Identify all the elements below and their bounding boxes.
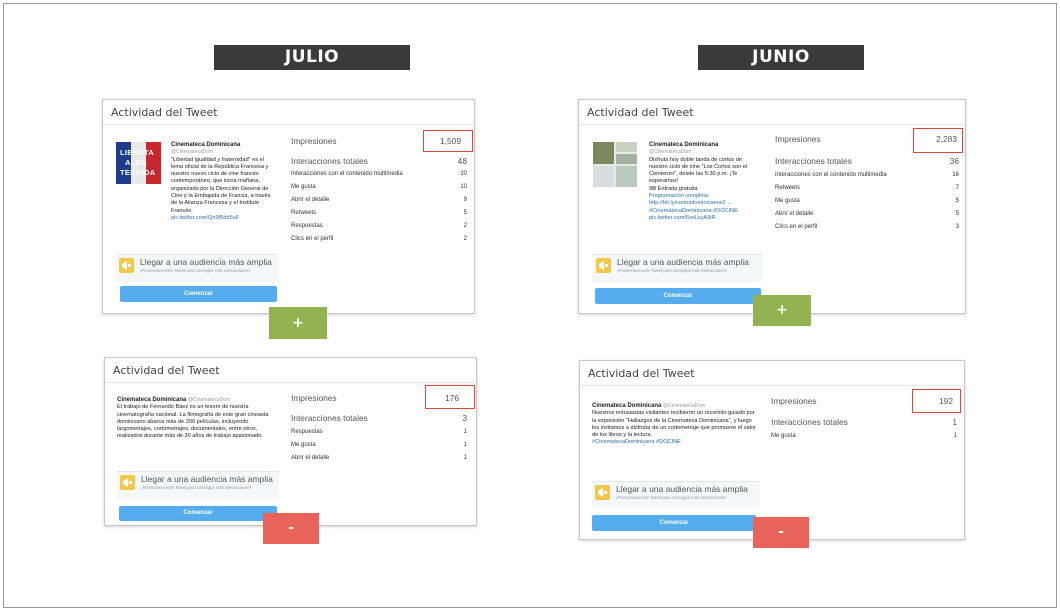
slide: JULIO JUNIO Actividad del Tweet LIBERTA … bbox=[3, 3, 1057, 608]
megaphone-icon bbox=[120, 475, 135, 490]
promote-subtitle: ¡Promociona este Tweet para conseguir má… bbox=[140, 268, 251, 273]
tweet-image-thumbnail: LIBERTA ALDA TERNIDA bbox=[116, 142, 161, 184]
tweet-author-line: Cinemateca Dominicana @CinematecaDom bbox=[592, 403, 705, 409]
expand-plus-button[interactable]: + bbox=[753, 295, 811, 326]
tweet-content: Cinemateca Dominicana @CinematecaDom El … bbox=[117, 397, 277, 441]
tweet-author-name: Cinemateca Dominicana bbox=[649, 142, 719, 148]
tweet-author-handle: @CinematecaDom bbox=[187, 397, 231, 403]
promote-title: Llegar a una audiencia más amplia bbox=[616, 484, 748, 494]
tweet-activity-card-julio-top: Actividad del Tweet LIBERTA ALDA TERNIDA… bbox=[102, 99, 475, 314]
month-label-junio: JUNIO bbox=[698, 45, 864, 70]
promote-subtitle: ¡Promociona este Tweet para conseguir má… bbox=[616, 495, 727, 500]
tweet-image-thumbnail bbox=[593, 142, 637, 187]
promote-panel: Llegar a una audiencia más amplia ¡Promo… bbox=[592, 481, 760, 509]
collapse-minus-button[interactable]: - bbox=[263, 513, 319, 544]
tweet-author-name: Cinemateca Dominicana bbox=[117, 397, 187, 403]
stat-row: Me gusta 10 bbox=[291, 184, 467, 190]
tweet-hashtags[interactable]: #CinematecaDominicana #DOCINE bbox=[592, 439, 760, 446]
stat-row: Retweets 7 bbox=[775, 185, 959, 191]
tweet-body: El trabajo de Fernando Báez es un tesoro… bbox=[117, 404, 269, 440]
stat-row: Abrir el detalle 1 bbox=[291, 455, 467, 461]
stat-row: Respuestas 2 bbox=[291, 223, 467, 229]
divider bbox=[580, 385, 964, 386]
promote-panel: Llegar a una audiencia más amplia ¡Promo… bbox=[116, 254, 278, 282]
tweet-author-line: Cinemateca Dominicana @CinematecaDom bbox=[117, 397, 230, 403]
tweet-extra: 🎟 Entrada gratuita bbox=[649, 185, 698, 192]
tweet-hashtags[interactable]: #CinematecaDominicana #DOCINE bbox=[649, 208, 761, 215]
stat-row: Abrir el detalle 9 bbox=[291, 197, 467, 203]
tweet-media-link[interactable]: pic.twitter.com/6xxLsyA9iR bbox=[649, 215, 761, 222]
stats-list: Impresiones 1,509 Interacciones totales 48… bbox=[291, 136, 467, 249]
stat-row: Interacciones con el contenido multimedi… bbox=[291, 171, 467, 177]
stat-row: Abrir el detalle 5 bbox=[775, 211, 959, 217]
megaphone-icon bbox=[596, 258, 611, 273]
card-title: Actividad del Tweet bbox=[113, 364, 220, 377]
tweet-activity-card-julio-bottom: Actividad del Tweet Cinemateca Dominican… bbox=[104, 357, 477, 526]
promote-title: Llegar a una audiencia más amplia bbox=[617, 257, 749, 267]
thumbnail-text: LIBERTA bbox=[120, 148, 155, 157]
stat-row: Clics en el perfil 3 bbox=[775, 224, 959, 230]
stat-row: Clics en el perfil 2 bbox=[291, 236, 467, 242]
collapse-minus-button[interactable]: - bbox=[753, 517, 809, 548]
stat-row-interacciones: Interacciones totales 3 bbox=[291, 413, 467, 423]
megaphone-icon bbox=[119, 258, 134, 273]
tweet-activity-card-junio-bottom: Actividad del Tweet Cinemateca Dominican… bbox=[579, 360, 965, 540]
stat-row: Me gusta 1 bbox=[771, 433, 957, 439]
thumbnail-text: ALDA bbox=[125, 158, 148, 167]
impressions-highlight-box bbox=[425, 385, 475, 409]
comenzar-button[interactable]: Comenzar bbox=[595, 288, 761, 304]
promote-title: Llegar a una audiencia más amplia bbox=[141, 474, 273, 484]
megaphone-icon bbox=[595, 485, 610, 500]
tweet-author-handle: @CinematecaDom bbox=[662, 403, 706, 409]
divider bbox=[103, 124, 474, 125]
tweet-content: Cinemateca Dominicana @CinematecaDom Dis… bbox=[649, 142, 761, 222]
stat-row: Interacciones con el contenido multimedi… bbox=[775, 172, 959, 178]
impressions-highlight-box bbox=[913, 128, 963, 153]
impressions-highlight-box bbox=[423, 130, 473, 152]
card-title: Actividad del Tweet bbox=[111, 106, 218, 119]
stat-row: Respuestas 1 bbox=[291, 429, 467, 435]
promote-title: Llegar a una audiencia más amplia bbox=[140, 257, 272, 267]
expand-plus-button[interactable]: + bbox=[269, 307, 327, 339]
stat-row: Me gusta 1 bbox=[291, 442, 467, 448]
stat-row: Me gusta 5 bbox=[775, 198, 959, 204]
promote-subtitle: ¡Promociona este Tweet para conseguir má… bbox=[617, 268, 728, 273]
tweet-activity-card-junio-top: Actividad del Tweet Cinemateca Dominican… bbox=[578, 99, 966, 314]
stat-row-interacciones: Interacciones totales 1 bbox=[771, 417, 957, 427]
stat-row-interacciones: Interacciones totales 36 bbox=[775, 156, 959, 166]
tweet-body: Nuestros entusiastas visitantes recibier… bbox=[592, 410, 756, 439]
comenzar-button[interactable]: Comenzar bbox=[120, 286, 277, 302]
tweet-author-name: Cinemateca Dominicana bbox=[592, 403, 662, 409]
tweet-program-link[interactable]: Programación completa: http://bit.ly/cor… bbox=[649, 193, 761, 208]
impressions-highlight-box bbox=[912, 389, 961, 413]
tweet-content: Cinemateca Dominicana @CinematecaDom "Li… bbox=[171, 142, 275, 222]
promote-panel: Llegar a una audiencia más amplia ¡Promo… bbox=[593, 254, 763, 282]
comenzar-button[interactable]: Comenzar bbox=[592, 515, 756, 531]
card-title: Actividad del Tweet bbox=[588, 367, 695, 380]
tweet-author-handle: @CinematecaDom bbox=[649, 149, 692, 156]
card-title: Actividad del Tweet bbox=[587, 106, 694, 119]
tweet-body: "Libertad igualdad y fraternidad" es el … bbox=[171, 156, 271, 214]
divider bbox=[579, 124, 965, 125]
tweet-media-link[interactable]: pic.twitter.com/Qn9f5dd5uF bbox=[171, 215, 275, 222]
stat-row: Retweets 5 bbox=[291, 210, 467, 216]
tweet-content: Cinemateca Dominicana @CinematecaDom Nue… bbox=[592, 403, 760, 447]
divider bbox=[105, 382, 476, 383]
tweet-body: Disfruta hoy doble tanda de cortos de nu… bbox=[649, 156, 748, 185]
stat-row-interacciones: Interacciones totales 48 bbox=[291, 156, 467, 166]
thumbnail-text: TERNIDA bbox=[120, 168, 156, 177]
month-label-julio: JULIO bbox=[214, 45, 410, 70]
promote-subtitle: ¡Promociona este Tweet para conseguir má… bbox=[141, 485, 252, 490]
tweet-author-handle: @CinematecaDom bbox=[171, 149, 214, 156]
tweet-author-name: Cinemateca Dominicana bbox=[171, 142, 241, 148]
comenzar-button[interactable]: Comenzar bbox=[119, 506, 277, 521]
promote-panel: Llegar a una audiencia más amplia ¡Promo… bbox=[117, 471, 279, 499]
